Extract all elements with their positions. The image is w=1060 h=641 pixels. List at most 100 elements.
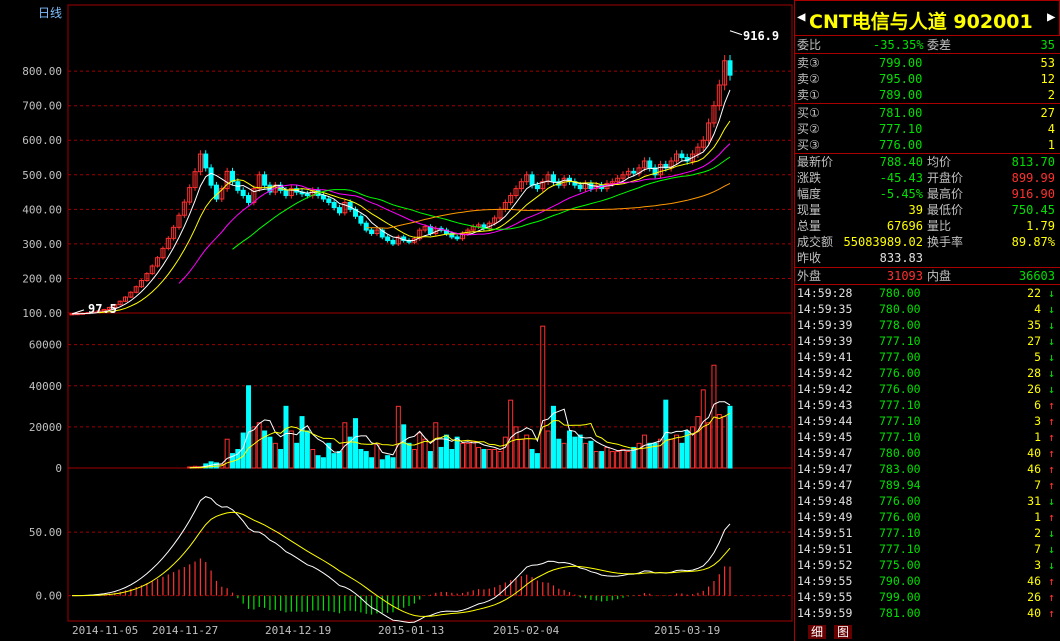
volume-bar: [251, 426, 257, 469]
period-label: 日线: [38, 6, 62, 20]
inner-label: 内盘: [927, 269, 952, 283]
price-axis-label: 800.00: [22, 65, 62, 78]
volume-bar: [716, 414, 722, 469]
stat-row: 最新价 788.40 均价 813.70: [797, 154, 1055, 170]
price-axis-label: 500.00: [22, 169, 62, 182]
tick-row: 14:59:51 777.10 2 ↓: [797, 525, 1055, 541]
volume-bar: [336, 451, 342, 469]
candle-body: [390, 239, 396, 245]
volume-bar: [550, 405, 556, 469]
tab-chart[interactable]: 图: [834, 625, 853, 639]
stat-row: 幅度 -5.45% 最高价 916.90: [797, 186, 1055, 202]
stat-label: 开盘价: [927, 171, 964, 185]
tick-price: 776.00: [879, 382, 921, 396]
volume-bar: [406, 442, 412, 469]
tick-row: 14:59:39 777.10 27 ↓: [797, 333, 1055, 349]
divider: [794, 103, 1060, 104]
volume-bar: [524, 434, 530, 469]
ask-label: 卖③: [797, 56, 820, 70]
volume-bar: [674, 434, 680, 469]
date-axis-label: 2015-02-04: [493, 624, 560, 637]
candle-body: [326, 198, 332, 203]
tick-row: 14:59:44 777.10 3 ↑: [797, 413, 1055, 429]
tick-row: 14:59:42 776.00 26 ↓: [797, 381, 1055, 397]
volume-bar: [267, 436, 273, 469]
tick-row: 14:59:48 776.00 31 ↓: [797, 493, 1055, 509]
stat-label: 总量: [797, 219, 822, 233]
candle-body: [631, 170, 637, 174]
tick-row: 14:59:55 790.00 46 ↑: [797, 573, 1055, 589]
volume-bar: [545, 430, 551, 469]
volume-axis-label: 20000: [29, 421, 62, 434]
tick-volume: 7: [1034, 478, 1041, 492]
volume-bar: [615, 451, 621, 469]
stat-row: 总量 67696 量比 1.79: [797, 218, 1055, 234]
stat-value: -45.43: [879, 171, 923, 185]
volume-bar: [556, 438, 562, 469]
volume-bar: [411, 449, 417, 469]
stat-label: 幅度: [797, 187, 822, 201]
prev-stock-icon[interactable]: ◀: [797, 9, 805, 25]
arrow-down-icon: ↓: [1048, 542, 1055, 556]
volume-bar: [422, 438, 428, 469]
candle-body: [369, 229, 375, 235]
tick-row: 14:59:52 775.00 3 ↓: [797, 557, 1055, 573]
volume-bar: [529, 449, 535, 469]
volume-bar: [567, 430, 573, 469]
low-marker-label: 97.5: [88, 302, 117, 316]
volume-bar: [460, 442, 466, 469]
candle-body: [203, 153, 209, 169]
tick-volume: 4: [1034, 302, 1041, 316]
tick-volume: 3: [1034, 414, 1041, 428]
stat-value: 750.45: [1011, 203, 1055, 217]
stat-value: 89.87%: [1011, 235, 1055, 249]
bid-label: 买③: [797, 138, 820, 152]
tick-volume: 31: [1027, 494, 1041, 508]
volume-bar: [240, 432, 246, 469]
arrow-down-icon: ↓: [1048, 302, 1055, 316]
arrow-up-icon: ↑: [1048, 574, 1055, 588]
tick-volume: 40: [1027, 446, 1041, 460]
ma5-line: [71, 89, 731, 315]
arrow-up-icon: ↑: [1048, 414, 1055, 428]
tick-price: 780.00: [879, 286, 921, 300]
volume-bar: [561, 442, 567, 469]
tick-price: 778.00: [879, 318, 921, 332]
date-axis-label: 2014-12-19: [265, 624, 331, 637]
stat-value: 899.99: [1011, 171, 1055, 185]
volume-bar: [288, 430, 294, 469]
arrow-up-icon: ↑: [1048, 590, 1055, 604]
prev-close-value: 833.83: [879, 251, 923, 265]
kline-chart[interactable]: 800.00 700.00 600.00 500.00 400.00 300.00 200.…: [0, 0, 794, 641]
volume-bar: [438, 446, 444, 469]
ask-price: 789.00: [879, 88, 923, 102]
tick-price: 789.94: [879, 478, 921, 492]
tick-price: 775.00: [879, 558, 921, 572]
next-stock-icon[interactable]: ▶: [1047, 9, 1055, 25]
volume-bar: [427, 451, 433, 469]
tick-volume: 46: [1027, 574, 1041, 588]
indicator-axis-label: 0.00: [36, 590, 63, 603]
stat-label: 最新价: [797, 155, 834, 169]
volume-bar: [256, 422, 262, 469]
date-axis-label: 2014-11-27: [152, 624, 218, 637]
stat-value: 39: [908, 203, 923, 217]
outer-inner-row: 外盘 31093 内盘 36603: [797, 268, 1055, 284]
arrow-down-icon: ↓: [1048, 366, 1055, 380]
tick-time: 14:59:47: [797, 478, 853, 492]
tick-time: 14:59:35: [797, 302, 853, 316]
volume-bar: [620, 449, 626, 469]
stat-label: 量比: [927, 219, 952, 233]
tick-time: 14:59:42: [797, 382, 853, 396]
tab-detail[interactable]: 细: [808, 625, 827, 639]
tick-volume: 40: [1027, 606, 1041, 620]
bid-row: 买① 781.00 27: [797, 105, 1055, 121]
candle-body: [679, 153, 685, 159]
bid-price: 777.10: [879, 122, 923, 136]
stat-value: 916.90: [1011, 187, 1055, 201]
arrow-up-icon: ↑: [1048, 430, 1055, 444]
price-axis-label: 100.00: [22, 307, 62, 320]
candle-body: [358, 215, 364, 224]
candle-body: [727, 60, 733, 76]
volume-bar: [641, 434, 647, 469]
